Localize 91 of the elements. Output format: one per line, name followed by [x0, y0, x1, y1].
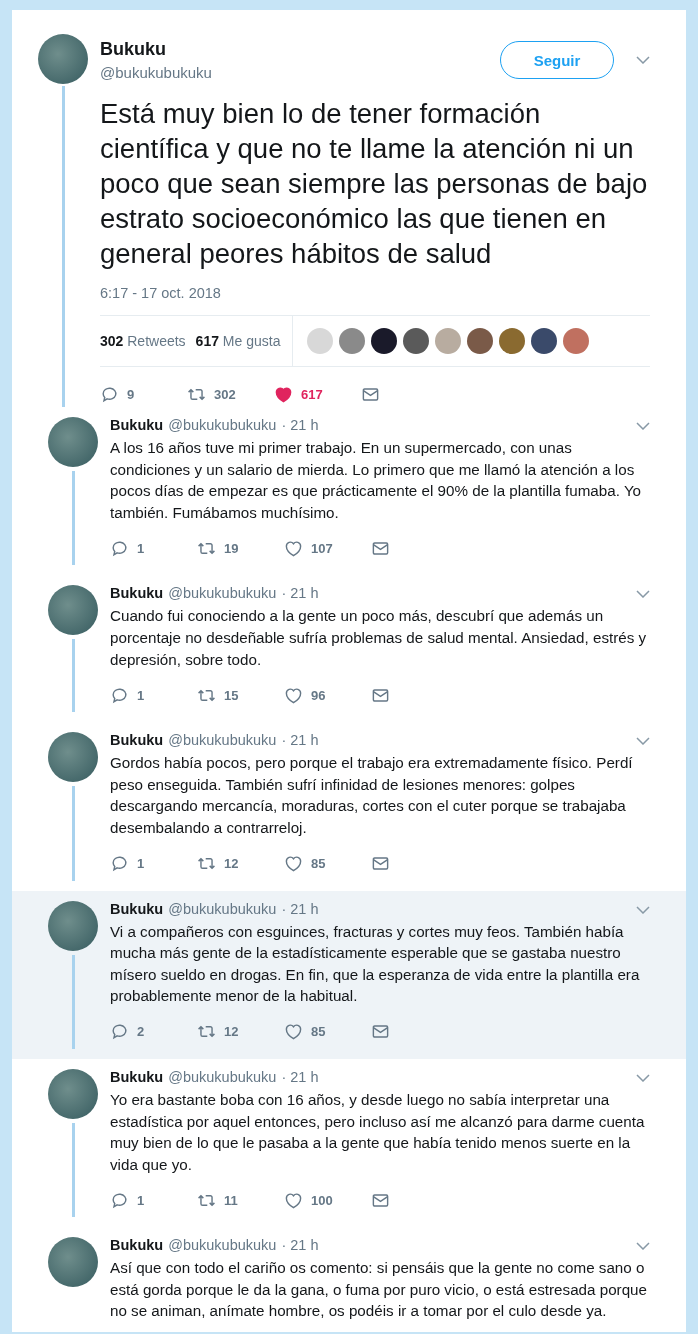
like-count: 107	[311, 540, 333, 556]
time-ago[interactable]: · 21 h	[281, 732, 319, 749]
display-name[interactable]: Bukuku	[110, 585, 164, 602]
like-button[interactable]: 100	[284, 1190, 371, 1210]
avatar[interactable]	[48, 1237, 98, 1288]
reply-button[interactable]: 1	[110, 854, 197, 874]
avatar[interactable]	[48, 1068, 98, 1119]
like-button[interactable]: 85	[284, 854, 371, 874]
like-count: 100	[311, 1192, 333, 1208]
retweet-count: 15	[224, 687, 239, 703]
caret-icon[interactable]	[636, 422, 650, 430]
username[interactable]: @bukukubukuku	[168, 417, 277, 433]
avatar[interactable]	[48, 585, 98, 636]
username[interactable]: @bukukubukuku	[168, 1068, 277, 1085]
tweet-text: Yo era bastante boba con 16 años, y desde luego no sabía interpretar una estadística por aquel entonces, pero incluso así me alcanzó para darme cuenta muy bien de lo que le pasaba a la gente que había tenido menos suerte en la vida que yo.	[110, 1089, 646, 1175]
like-count: 85	[311, 856, 326, 872]
reply-button[interactable]: 1	[110, 685, 197, 705]
speech-bubble-icon	[100, 384, 119, 404]
retweet-count: 302	[214, 386, 236, 402]
liker-avatar[interactable]	[467, 328, 494, 354]
tweet-text: Cuando fui conociendo a la gente un poco más, descubrí que además un porcentaje no desdeñable sufría problemas de salud mental. Ansiedad, estrés y depresión, sobre todo.	[110, 606, 648, 670]
caret-icon[interactable]	[636, 905, 650, 914]
tweet-text: Está muy bien lo de tener formación científica y que no te llame la atención ni un poco que sean siempre las personas de bajo estrato socioeconómico las que tienen en general peores hábitos de salud	[100, 97, 649, 271]
time-ago[interactable]: · 21 h	[281, 1068, 319, 1085]
speech-bubble-icon	[110, 1022, 129, 1042]
like-count: 85	[311, 1024, 326, 1040]
speech-bubble-icon	[110, 854, 129, 874]
timestamp[interactable]: 6:17 - 17 oct. 2018	[100, 285, 650, 301]
caret-icon[interactable]	[636, 737, 650, 746]
caret-icon[interactable]	[636, 56, 650, 64]
retweet-count: 12	[224, 856, 239, 872]
retweet-button[interactable]: 11	[197, 1190, 284, 1210]
reply-count: 1	[137, 856, 145, 872]
retweet-count: 11	[224, 1192, 238, 1208]
stat-link[interactable]: 617 Me gusta	[195, 333, 281, 349]
tweet-text: Así que con todo el cariño os comento: si pensáis que la gente no come sano o está gorda porque le da la gana, o fuma por puro vicio, o está estresada porque no se animan, anímate hombre, os podéis ir a tomar por el culo desde ya.	[110, 1258, 648, 1322]
liker-avatar[interactable]	[531, 328, 558, 354]
avatar[interactable]	[48, 732, 98, 783]
display-name[interactable]: Bukuku	[110, 900, 164, 917]
like-button[interactable]: 85	[284, 1022, 371, 1042]
like-count: 617	[301, 386, 323, 402]
follow-button[interactable]: Seguir	[500, 41, 614, 79]
time-ago[interactable]: · 21 h	[281, 585, 319, 602]
username[interactable]: @bukukubukuku	[168, 1237, 277, 1254]
reply-button[interactable]: 9	[100, 384, 187, 404]
reply-count: 9	[127, 386, 135, 402]
username[interactable]: @bukukubukuku	[100, 64, 500, 81]
caret-icon[interactable]	[636, 590, 650, 599]
tweet-text: Vi a compañeros con esguinces, fracturas y cortes muy feos. También había mucha más gente de la estadísticamente esperable que se gastaba nuestro mísero sueldo en drogas. En fin, que la esperanza de vida entre la plantilla era probablemente menor de la habitual.	[110, 921, 641, 1007]
like-button[interactable]: 96	[284, 685, 371, 705]
reply-button[interactable]: 1	[110, 1190, 197, 1210]
avatar[interactable]	[48, 417, 98, 467]
retweet-button[interactable]: 302	[187, 384, 274, 404]
reply-button[interactable]: 1	[110, 538, 197, 558]
reply-count: 1	[137, 1192, 145, 1208]
display-name[interactable]: Bukuku	[110, 417, 164, 433]
username[interactable]: @bukukubukuku	[168, 900, 277, 917]
speech-bubble-icon	[110, 685, 129, 705]
like-count: 96	[311, 687, 326, 703]
retweet-button[interactable]: 19	[197, 538, 284, 558]
username[interactable]: @bukukubukuku	[168, 732, 277, 749]
retweet-button[interactable]: 12	[197, 854, 284, 874]
like-button[interactable]: 617	[274, 384, 361, 404]
time-ago[interactable]: · 21 h	[281, 417, 319, 433]
liker-avatar[interactable]	[403, 328, 430, 354]
time-ago[interactable]: · 21 h	[281, 1237, 319, 1254]
speech-bubble-icon	[110, 538, 129, 558]
caret-icon[interactable]	[636, 1073, 650, 1082]
display-name[interactable]: Bukuku	[100, 39, 500, 60]
stat-link[interactable]: 302 Retweets	[100, 333, 186, 349]
username[interactable]: @bukukubukuku	[168, 585, 277, 602]
reply-button[interactable]: 2	[110, 1022, 197, 1042]
tweet-text: Gordos había pocos, pero porque el trabajo era extremadamente físico. Perdí peso enseguida. También sufrí infinidad de lesiones menores: golpes descargando mercancía, moraduras, cortes con el cuter porque se trabajaba desembalando a contrarreloj.	[110, 753, 634, 838]
caret-icon[interactable]	[636, 1242, 650, 1251]
avatar[interactable]	[48, 900, 98, 951]
retweet-count: 19	[224, 540, 239, 556]
avatar[interactable]	[38, 34, 88, 84]
tweet-text: A los 16 años tuve mi primer trabajo. En un supermercado, con unas condiciones y un salario de mierda. Lo primero que me llamó la atención a los pocos días de empezar es que prácticamente el 90% de la plantilla fumaba. Yo también. Fumábamos muchísimo.	[110, 438, 643, 523]
reply-count: 2	[137, 1024, 145, 1040]
time-ago[interactable]: · 21 h	[281, 900, 319, 917]
retweet-button[interactable]: 12	[197, 1022, 284, 1042]
liker-avatar[interactable]	[371, 328, 398, 354]
retweet-button[interactable]: 15	[197, 685, 284, 705]
retweet-count: 12	[224, 1024, 239, 1040]
display-name[interactable]: Bukuku	[110, 1068, 164, 1085]
speech-bubble-icon	[110, 1190, 129, 1210]
display-name[interactable]: Bukuku	[110, 1237, 164, 1254]
display-name[interactable]: Bukuku	[110, 732, 164, 749]
reply-count: 1	[137, 687, 145, 703]
like-button[interactable]: 107	[284, 538, 371, 558]
reply-count: 1	[137, 540, 145, 556]
